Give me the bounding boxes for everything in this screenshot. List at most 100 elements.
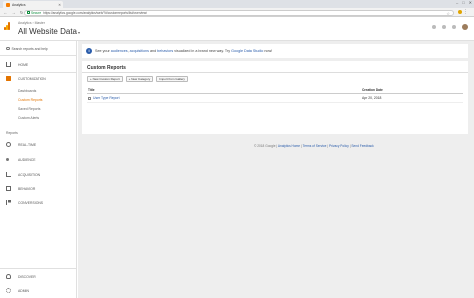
sidebar-item-home[interactable]: Home xyxy=(0,59,77,70)
import-from-gallery-button[interactable]: Import from Gallery xyxy=(156,76,188,82)
person-icon xyxy=(6,158,9,161)
behavior-icon xyxy=(6,186,11,191)
audiences-link[interactable]: audiences xyxy=(111,49,128,53)
column-header-title[interactable]: Title xyxy=(88,88,95,92)
search-label: Search reports and help xyxy=(11,46,48,51)
maximize-icon[interactable]: □ xyxy=(462,0,464,5)
reports-section-label: Reports xyxy=(6,131,18,135)
header-actions xyxy=(432,24,468,30)
help-icon[interactable] xyxy=(452,25,456,29)
sidebar-item-label: Conversions xyxy=(18,200,44,205)
minimize-icon[interactable]: – xyxy=(456,0,458,5)
footer: © 2018 Google | Analytics Home | Terms o… xyxy=(254,144,374,148)
column-header-creation-date[interactable]: Creation Date xyxy=(362,88,383,92)
notifications-icon[interactable] xyxy=(432,25,436,29)
sidebar-item-audience[interactable]: Audience xyxy=(0,154,77,165)
extension-icon[interactable] xyxy=(458,10,462,14)
search-icon xyxy=(6,46,10,51)
sidebar-item-admin[interactable]: Admin xyxy=(0,285,77,296)
analytics-logo-icon[interactable] xyxy=(4,22,10,30)
sidebar-item-conversions[interactable]: Conversions xyxy=(0,197,77,208)
new-custom-report-button[interactable]: + New Custom Report xyxy=(87,76,123,82)
banner-text-part: now! xyxy=(264,49,273,53)
secure-label: Secure xyxy=(31,10,42,15)
banner-text-part: See your xyxy=(95,49,110,53)
page-title: Custom Reports xyxy=(87,65,126,71)
sidebar-item-label: Audience xyxy=(18,157,36,162)
sidebar-item-discover[interactable]: Discover xyxy=(0,271,77,282)
browser-menu-icon[interactable]: ⋮ xyxy=(463,8,468,17)
gear-icon xyxy=(6,288,11,293)
close-icon[interactable]: ✕ xyxy=(58,3,61,7)
copyright-text: © 2018 Google | xyxy=(254,144,278,148)
url-text[interactable]: https://analytics.google.com/analytics/w… xyxy=(43,11,147,15)
table-row: User Type Report Apr 20, 2018 xyxy=(87,94,463,103)
browser-toolbar: ← → ↻ Secure https://analytics.google.co… xyxy=(0,8,474,17)
view-title: All Website Data xyxy=(18,27,77,36)
sidebar-search[interactable]: Search reports and help xyxy=(6,45,74,52)
info-icon: i xyxy=(86,48,92,54)
acquisition-icon xyxy=(6,172,11,177)
banner-text-part: visualized in a brand new way. Try xyxy=(174,49,231,53)
bookmark-star-icon[interactable]: ☆ xyxy=(446,11,450,17)
analytics-home-link[interactable]: Analytics Home xyxy=(278,144,300,148)
terms-of-service-link[interactable]: Terms of Service xyxy=(303,144,327,148)
sidebar-item-label: Discover xyxy=(18,274,36,279)
new-category-button[interactable]: + New Category xyxy=(125,76,154,82)
window-controls: – □ ✕ xyxy=(456,0,472,5)
forward-icon[interactable]: → xyxy=(11,10,16,15)
clock-icon xyxy=(6,142,11,147)
view-selector[interactable]: All Website Data▾ xyxy=(18,27,80,36)
analytics-favicon-icon xyxy=(6,2,10,7)
sidebar-item-behavior[interactable]: Behavior xyxy=(0,183,77,194)
acquisitions-link[interactable]: acquisitions xyxy=(130,49,149,53)
caret-down-icon: ▾ xyxy=(78,30,81,35)
sidebar-item-dashboards[interactable]: Dashboards xyxy=(18,89,36,93)
send-feedback-link[interactable]: Send Feedback xyxy=(351,144,373,148)
browser-tab[interactable]: Analytics ✕ xyxy=(3,1,63,8)
banner-text: See your audiences, acquisitions and beh… xyxy=(95,49,272,53)
banner-text-part: and xyxy=(149,49,157,53)
account-breadcrumb[interactable]: Analytics › Master xyxy=(18,21,45,25)
sidebar-item-real-time[interactable]: Real-time xyxy=(0,139,77,150)
sidebar-item-label: Home xyxy=(18,62,29,67)
tab-title: Analytics xyxy=(12,2,26,7)
window-close-icon[interactable]: ✕ xyxy=(469,0,472,5)
avatar[interactable] xyxy=(462,24,468,30)
report-icon xyxy=(88,96,91,100)
sidebar-item-custom-reports[interactable]: Custom Reports xyxy=(18,98,43,102)
custom-reports-table: Title Creation Date User Type Report Apr… xyxy=(87,88,463,103)
sidebar-item-saved-reports[interactable]: Saved Reports xyxy=(18,107,40,111)
sidebar: Search reports and help Home Customizati… xyxy=(0,41,77,298)
address-bar[interactable]: Secure https://analytics.google.com/anal… xyxy=(24,9,454,17)
browser-tab-strip: Analytics ✕ – □ ✕ xyxy=(0,0,474,8)
banner-text-part: , xyxy=(127,49,129,53)
ga-header: Analytics › Master All Website Data▾ xyxy=(0,17,474,41)
main-content: i See your audiences, acquisitions and b… xyxy=(78,41,474,298)
sidebar-item-label: Customization xyxy=(18,76,46,81)
divider xyxy=(82,72,468,73)
sidebar-item-acquisition[interactable]: Acquisition xyxy=(0,169,77,180)
privacy-policy-link[interactable]: Privacy Policy xyxy=(329,144,349,148)
custom-reports-toolbar: + New Custom Report + New Category Impor… xyxy=(87,76,188,82)
home-icon xyxy=(6,62,11,67)
sidebar-item-label: Admin xyxy=(18,288,29,293)
sidebar-item-label: Behavior xyxy=(18,186,36,191)
sidebar-item-customization[interactable]: Customization xyxy=(0,73,77,84)
sidebar-item-custom-alerts[interactable]: Custom Alerts xyxy=(18,116,39,120)
custom-reports-panel: Custom Reports + New Custom Report + New… xyxy=(82,61,468,134)
divider xyxy=(0,55,77,56)
back-icon[interactable]: ← xyxy=(3,10,8,15)
data-studio-banner: i See your audiences, acquisitions and b… xyxy=(82,44,468,58)
sidebar-item-label: Acquisition xyxy=(18,172,41,177)
flag-icon xyxy=(6,200,11,205)
lightbulb-icon xyxy=(6,274,11,279)
sidebar-item-label: Real-time xyxy=(18,142,37,147)
report-title-link[interactable]: User Type Report xyxy=(93,96,120,100)
data-studio-link[interactable]: Google Data Studio xyxy=(231,49,263,53)
lock-icon xyxy=(27,11,30,14)
customization-icon xyxy=(6,76,11,81)
apps-grid-icon[interactable] xyxy=(442,25,446,29)
behaviors-link[interactable]: behaviors xyxy=(157,49,173,53)
divider xyxy=(0,268,77,269)
